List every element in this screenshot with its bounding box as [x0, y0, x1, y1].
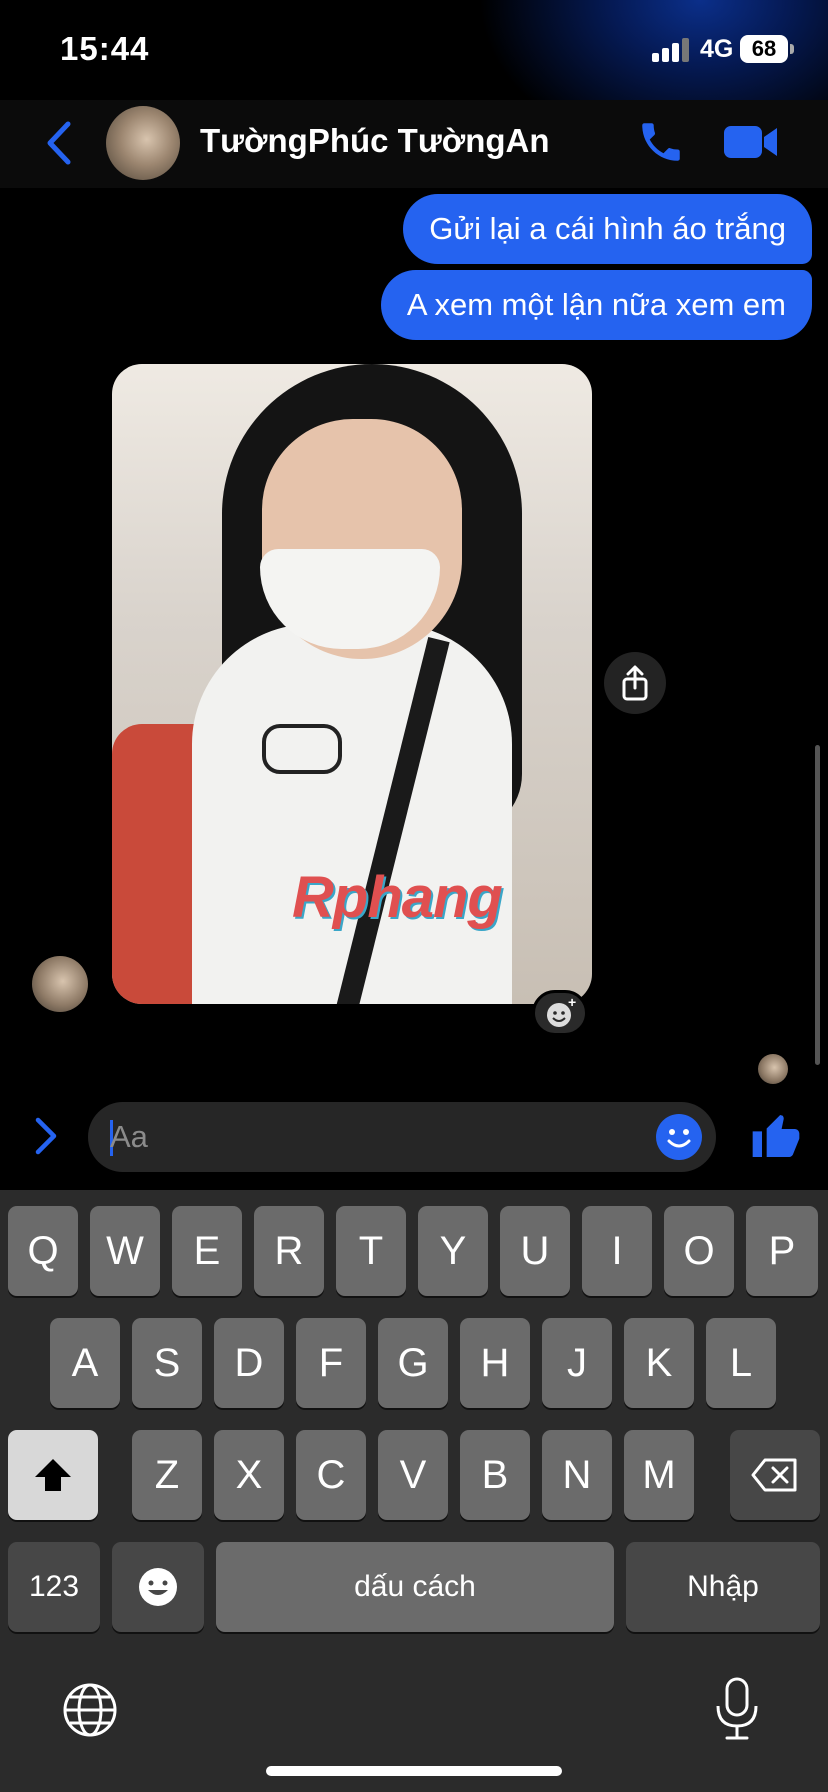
svg-text:+: + — [568, 994, 576, 1010]
seen-indicator-avatar — [758, 1054, 788, 1084]
message-composer[interactable] — [88, 1102, 716, 1172]
key-n[interactable]: N — [542, 1430, 612, 1520]
outgoing-message-bubble[interactable]: A xem một lận nữa xem em — [380, 270, 812, 340]
keyboard: Q W E R T Y U I O P A S D F G H J K L Z … — [0, 1190, 828, 1792]
network-type: 4G — [700, 35, 734, 63]
expand-chevron-icon[interactable] — [30, 1114, 60, 1158]
video-camera-icon[interactable] — [722, 122, 780, 162]
key-l[interactable]: L — [706, 1318, 776, 1408]
shirt-logo — [262, 724, 342, 774]
phone-icon[interactable] — [636, 116, 686, 168]
sender-avatar[interactable] — [32, 956, 88, 1012]
status-bar: 15:44 4G 68 — [0, 0, 828, 100]
key-e[interactable]: E — [172, 1206, 242, 1296]
back-chevron-icon[interactable] — [40, 118, 80, 168]
key-w[interactable]: W — [90, 1206, 160, 1296]
key-h[interactable]: H — [460, 1318, 530, 1408]
key-c[interactable]: C — [296, 1430, 366, 1520]
contact-name[interactable]: TườngPhúc TườngAn — [200, 122, 550, 160]
battery-tip — [790, 44, 794, 54]
emoji-icon[interactable] — [656, 1114, 702, 1160]
return-key[interactable]: Nhập — [626, 1542, 820, 1632]
outgoing-message-bubble[interactable]: Gửi lại a cái hình áo trắng — [403, 194, 812, 264]
key-k[interactable]: K — [624, 1318, 694, 1408]
key-i[interactable]: I — [582, 1206, 652, 1296]
microphone-icon[interactable] — [712, 1676, 762, 1742]
emoji-keyboard-key[interactable] — [112, 1542, 204, 1632]
shift-key[interactable] — [8, 1430, 98, 1520]
key-z[interactable]: Z — [132, 1430, 202, 1520]
numbers-key[interactable]: 123 — [8, 1542, 100, 1632]
key-m[interactable]: M — [624, 1430, 694, 1520]
photo-watermark: Rphang — [292, 865, 503, 930]
add-reaction-icon[interactable]: + — [532, 990, 588, 1036]
globe-icon[interactable] — [60, 1680, 120, 1740]
status-time: 15:44 — [60, 30, 150, 67]
key-f[interactable]: F — [296, 1318, 366, 1408]
backspace-key[interactable] — [730, 1430, 820, 1520]
key-v[interactable]: V — [378, 1430, 448, 1520]
chat-header: TườngPhúc TườngAn — [0, 100, 828, 188]
key-q[interactable]: Q — [8, 1206, 78, 1296]
key-d[interactable]: D — [214, 1318, 284, 1408]
key-r[interactable]: R — [254, 1206, 324, 1296]
share-icon[interactable] — [604, 652, 666, 714]
key-a[interactable]: A — [50, 1318, 120, 1408]
key-t[interactable]: T — [336, 1206, 406, 1296]
key-p[interactable]: P — [746, 1206, 818, 1296]
key-s[interactable]: S — [132, 1318, 202, 1408]
photo-message[interactable]: Rphang — [112, 364, 592, 1004]
signal-strength-icon — [652, 36, 692, 62]
battery-indicator: 68 — [740, 35, 788, 63]
thumbs-up-icon[interactable] — [748, 1108, 804, 1164]
key-g[interactable]: G — [378, 1318, 448, 1408]
key-o[interactable]: O — [664, 1206, 734, 1296]
home-indicator[interactable] — [266, 1766, 562, 1776]
message-input[interactable] — [110, 1102, 630, 1172]
space-key[interactable]: dấu cách — [216, 1542, 614, 1632]
contact-avatar[interactable] — [106, 106, 180, 180]
key-b[interactable]: B — [460, 1430, 530, 1520]
key-u[interactable]: U — [500, 1206, 570, 1296]
key-y[interactable]: Y — [418, 1206, 488, 1296]
key-j[interactable]: J — [542, 1318, 612, 1408]
scrollbar[interactable] — [815, 745, 820, 1065]
key-x[interactable]: X — [214, 1430, 284, 1520]
